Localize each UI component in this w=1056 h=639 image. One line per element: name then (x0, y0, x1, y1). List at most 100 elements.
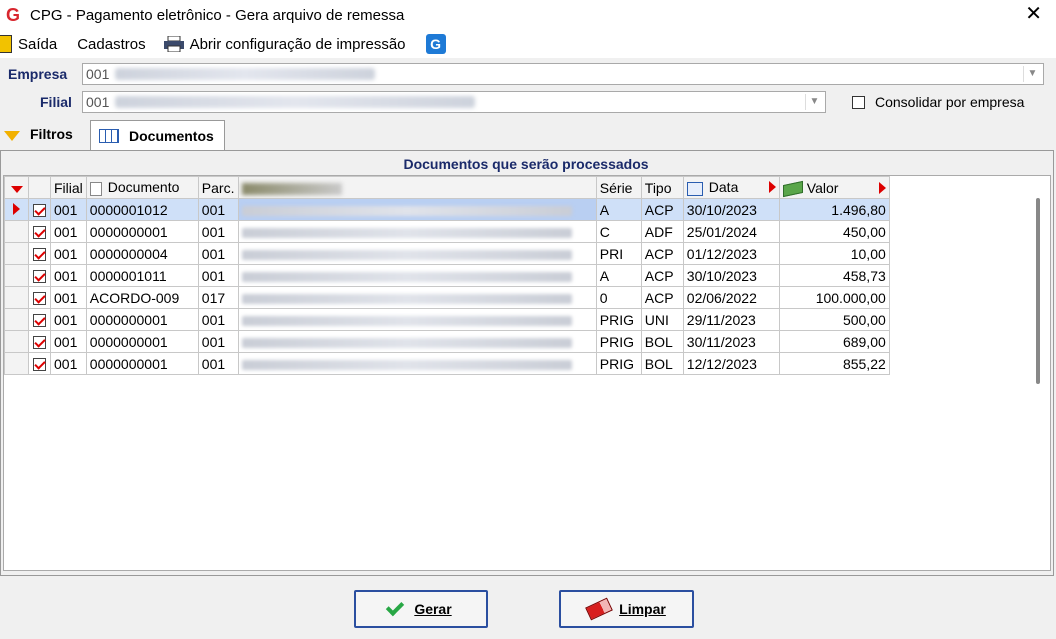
cell-fornecedor-redacted (237, 242, 597, 265)
col-fornecedor[interactable] (237, 176, 597, 199)
table-row[interactable]: 001 0000000001 001 PRIG BOL 12/12/2023 855,22 (4, 352, 890, 375)
menu-print-config[interactable]: Abrir configuração de impressão (163, 31, 414, 57)
table-row[interactable]: 001 0000000001 001 PRIG UNI 29/11/2023 500,00 (4, 308, 890, 331)
row-checkbox[interactable] (33, 358, 46, 372)
menu-cadastros-label: Cadastros (77, 35, 146, 53)
consolidar-box[interactable] (852, 95, 865, 109)
chevron-down-icon[interactable]: ▼ (1023, 66, 1041, 82)
table-row[interactable]: 001 0000000001 001 PRIG BOL 30/11/2023 689,00 (4, 330, 890, 353)
cell-tipo: ACP (640, 242, 684, 265)
cell-data: 30/10/2023 (682, 198, 780, 221)
exit-icon (0, 35, 12, 53)
select-all-header[interactable] (28, 176, 51, 199)
consolidar-checkbox[interactable]: Consolidar por empresa (852, 94, 1024, 110)
cell-filial: 001 (50, 330, 87, 353)
row-checkbox-cell[interactable] (28, 286, 51, 309)
row-checkbox-cell[interactable] (28, 352, 51, 375)
col-documento[interactable]: Documento (85, 176, 199, 199)
row-indicator[interactable] (4, 286, 29, 309)
row-indicator[interactable] (4, 242, 29, 265)
documents-table: Filial Documento Parc. Série Tipo Data V… (4, 176, 890, 375)
col-filial[interactable]: Filial (50, 176, 87, 199)
title-bar: G CPG - Pagamento eletrônico - Gera arqu… (0, 0, 1056, 30)
cell-documento: 0000000001 (85, 220, 199, 243)
gerar-button[interactable]: Gerar (354, 590, 488, 628)
filial-select[interactable]: 001 ▼ (82, 91, 826, 113)
cell-tipo: ACP (640, 198, 684, 221)
table-header-row: Filial Documento Parc. Série Tipo Data V… (4, 176, 890, 199)
col-parc[interactable]: Parc. (197, 176, 239, 199)
col-tipo[interactable]: Tipo (640, 176, 684, 199)
cell-data: 01/12/2023 (682, 242, 780, 265)
row-checkbox-cell[interactable] (28, 220, 51, 243)
chevron-down-icon[interactable]: ▼ (805, 94, 823, 110)
cell-valor: 450,00 (778, 220, 890, 243)
g-app-icon[interactable]: G (425, 34, 446, 54)
cell-fornecedor-redacted (237, 286, 597, 309)
cell-fornecedor-redacted (237, 264, 597, 287)
tab-filtros[interactable]: Filtros (4, 120, 81, 148)
table-row[interactable]: 001 0000000004 001 PRI ACP 01/12/2023 10,00 (4, 242, 890, 265)
cell-tipo: BOL (640, 330, 684, 353)
filial-name-redacted (115, 96, 476, 108)
row-indicator[interactable] (4, 264, 29, 287)
table-row[interactable]: 001 0000001012 001 A ACP 30/10/2023 1.496,80 (4, 198, 890, 221)
row-indicator[interactable] (4, 220, 29, 243)
cell-fornecedor-redacted (237, 198, 597, 221)
gerar-label: Gerar (414, 601, 452, 617)
col-serie[interactable]: Série (595, 176, 642, 199)
filter-icon (4, 131, 20, 141)
row-checkbox[interactable] (33, 248, 46, 262)
row-indicator[interactable] (4, 330, 29, 353)
cell-documento: 0000000001 (85, 308, 199, 331)
close-button[interactable]: ✕ (1025, 4, 1042, 24)
row-checkbox[interactable] (33, 292, 46, 306)
current-row-icon (13, 202, 20, 215)
row-indicator[interactable] (4, 198, 29, 221)
menu-saida-label: Saída (18, 35, 58, 53)
cell-parc: 001 (197, 264, 239, 287)
redacted-text (241, 227, 572, 238)
document-icon (89, 181, 102, 196)
limpar-button[interactable]: Limpar (559, 590, 694, 628)
row-checkbox[interactable] (33, 314, 46, 328)
row-checkbox-cell[interactable] (28, 264, 51, 287)
redacted-text (241, 271, 572, 282)
documents-grid: Filial Documento Parc. Série Tipo Data V… (3, 175, 1051, 571)
sort-menu-header[interactable] (4, 176, 29, 199)
redacted-text (241, 293, 572, 304)
cell-serie: C (595, 220, 642, 243)
cell-data: 12/12/2023 (682, 352, 780, 375)
cell-filial: 001 (50, 286, 87, 309)
col-data[interactable]: Data (682, 176, 780, 199)
vertical-scrollbar[interactable] (1036, 198, 1040, 384)
row-checkbox[interactable] (33, 336, 46, 350)
row-checkbox-cell[interactable] (28, 330, 51, 353)
empresa-select[interactable]: 001 ▼ (82, 63, 1044, 85)
cell-fornecedor-redacted (237, 308, 597, 331)
row-indicator[interactable] (4, 352, 29, 375)
row-checkbox-cell[interactable] (28, 308, 51, 331)
menu-cadastros[interactable]: Cadastros (77, 31, 153, 57)
cell-data: 30/10/2023 (682, 264, 780, 287)
col-valor[interactable]: Valor (778, 176, 890, 199)
table-row[interactable]: 001 0000001011 001 A ACP 30/10/2023 458,73 (4, 264, 890, 287)
row-checkbox-cell[interactable] (28, 198, 51, 221)
cell-serie: A (595, 264, 642, 287)
cell-serie: PRIG (595, 330, 642, 353)
row-indicator[interactable] (4, 308, 29, 331)
filial-value: 001 (86, 94, 110, 110)
row-checkbox[interactable] (33, 204, 46, 218)
row-checkbox[interactable] (33, 226, 46, 240)
printer-icon (163, 36, 184, 52)
cell-parc: 001 (197, 242, 239, 265)
table-row[interactable]: 001 0000000001 001 C ADF 25/01/2024 450,00 (4, 220, 890, 243)
menu-print-config-label: Abrir configuração de impressão (189, 35, 406, 53)
cell-documento: 0000000001 (85, 352, 199, 375)
row-checkbox-cell[interactable] (28, 242, 51, 265)
row-checkbox[interactable] (33, 270, 46, 284)
table-row[interactable]: 001 ACORDO-009 017 0 ACP 02/06/2022 100.000,00 (4, 286, 890, 309)
menu-saida[interactable]: Saída (0, 31, 65, 57)
tab-documentos[interactable]: Documentos (90, 120, 225, 150)
cell-serie: PRIG (595, 308, 642, 331)
